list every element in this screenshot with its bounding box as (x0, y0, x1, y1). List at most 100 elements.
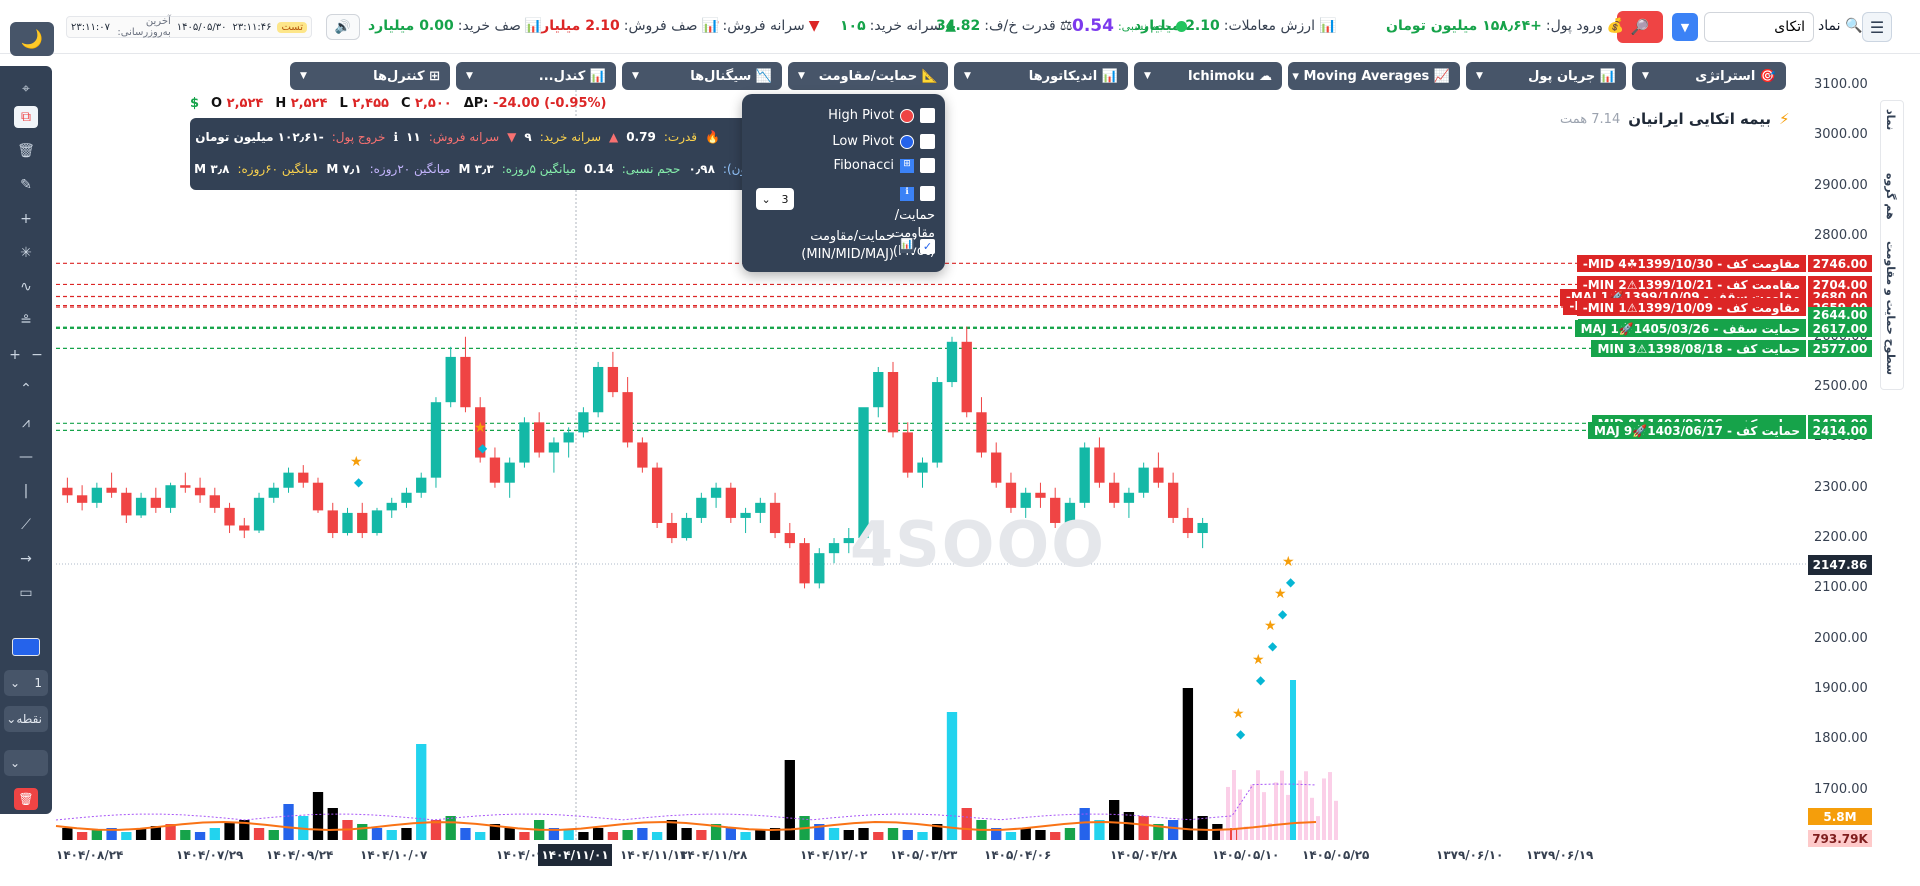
hline-icon: — (19, 449, 33, 465)
volume-bar (180, 830, 191, 840)
candle-body (563, 432, 574, 443)
hamburger-icon: ☰ (1869, 17, 1885, 37)
diamond-signal-icon: ◆ (1278, 607, 1288, 621)
candle-body (1094, 447, 1105, 483)
crosshair-tool[interactable]: + (14, 208, 38, 230)
volume-bar (62, 828, 73, 840)
blue-dot-icon (900, 134, 914, 149)
dropdown-item-fibonacci[interactable]: ⊞ Fibonacci (834, 158, 935, 173)
checkbox[interactable] (920, 186, 935, 201)
path-tool[interactable]: ⌃ (14, 378, 38, 400)
candle-body (1020, 492, 1031, 508)
dropdown-item-high-pivot[interactable]: High Pivot (828, 108, 935, 123)
tab-symbol[interactable]: نماد (1884, 109, 1897, 130)
candle-button[interactable]: 📊 کندل... ▼ (456, 62, 616, 90)
symbol-dropdown-button[interactable]: ▼ (1672, 13, 1698, 41)
sound-toggle-button[interactable]: 🔊 (326, 14, 360, 40)
chevron-down-icon: ▼ (632, 71, 639, 81)
line-tool[interactable]: ⟋ (14, 514, 38, 536)
date-tick-label: ۱۴۰۴/۰۷/۲۹ (176, 848, 244, 862)
volume-bar (76, 832, 88, 840)
indicators-button[interactable]: 📊 اندیکاتورها ▼ (954, 62, 1128, 90)
trend-tool[interactable]: ∿ (14, 276, 38, 298)
zoom-out-button[interactable]: − (30, 344, 44, 366)
measure-tool[interactable]: ✳ (14, 242, 38, 264)
rect-tool[interactable]: ▭ (14, 582, 38, 604)
arrow-tool[interactable]: → (14, 548, 38, 570)
angle-icon: ⌃ (20, 381, 32, 397)
support-resistance-button[interactable]: 📐 حمایت/مقاومت ▼ (788, 62, 948, 90)
theme-toggle-button[interactable]: 🌙 (10, 22, 54, 56)
tab-sr-levels[interactable]: سطوح حمایت و مقاومت (1884, 241, 1897, 375)
line-width-select[interactable]: 1 ⌄ (4, 670, 48, 696)
status-dot-icon (1175, 20, 1187, 32)
checkbox[interactable] (920, 158, 935, 173)
warning-icon: ⚠ (1636, 341, 1648, 356)
extra-select[interactable]: ⌄ (4, 750, 48, 776)
eraser-tool[interactable]: 🗑 (14, 140, 38, 162)
vline-tool[interactable]: | (14, 480, 38, 502)
volume-bar (371, 828, 383, 840)
level-label: حمایت کف - 1403/06/17 🚀 MAJ 9 (1588, 422, 1806, 440)
candle-body (106, 487, 117, 493)
candle-body (814, 553, 825, 584)
controls-button[interactable]: ⊞ کنترل‌ها ▼ (290, 62, 450, 90)
pivot-count-select[interactable]: ⌄ 3 (756, 188, 794, 210)
hline-tool[interactable]: — (14, 446, 38, 468)
checkbox[interactable] (920, 108, 935, 123)
copy-tool[interactable]: ⧉ (14, 106, 38, 128)
rocket-icon: 🚀 (1618, 321, 1634, 336)
money-flow-button[interactable]: 📊 جریان پول ▼ (1466, 62, 1626, 90)
dropdown-item-minmidmaj-sr[interactable]: ✓ 📊 حمایت/مقاومت (MIN/MID/MAJ) (745, 228, 935, 264)
volume-bar (1328, 772, 1332, 840)
chart-icon: 📊 (1318, 18, 1337, 34)
search-icon: 🔍 (1844, 18, 1863, 34)
color-swatch[interactable] (12, 638, 40, 656)
line-style-select[interactable]: نقطه ⌄ (4, 706, 48, 732)
diamond-signal-icon: ◆ (478, 441, 488, 455)
pen-tool[interactable]: ✎ (14, 174, 38, 196)
volume-bar (858, 828, 869, 840)
candle-body (194, 487, 206, 496)
symbol-search-input[interactable] (1704, 12, 1814, 42)
checkbox-checked[interactable]: ✓ (920, 238, 935, 254)
chart-icon: 📊 (1599, 68, 1616, 84)
date-tick-label: ۱۴۰۴/۱۱/۲۸ (680, 848, 748, 862)
ichimoku-button[interactable]: ☁ Ichimoku ▼ (1134, 62, 1282, 90)
volume-bar (1197, 816, 1208, 840)
candle-body (976, 412, 987, 453)
tab-peers[interactable]: هم گروه (1884, 173, 1897, 220)
triangle-down-icon: ▼ (507, 130, 517, 144)
fib-tool[interactable]: ⩘ (14, 412, 38, 434)
candle-body (1153, 467, 1164, 483)
level-label: حمایت سقف - 1405/03/26 🚀 MAJ 1 (1574, 320, 1806, 338)
menu-button[interactable]: ☰ (1862, 12, 1892, 42)
speaker-icon: 🔊 (334, 19, 352, 35)
volume-bar (1286, 794, 1290, 840)
volume-bar (1226, 786, 1230, 840)
delete-drawings-button[interactable]: 🗑 (14, 788, 38, 810)
volume-bar (1238, 789, 1242, 840)
price-tick-label: 1800.00 (1814, 731, 1868, 747)
candle-body (165, 485, 176, 508)
moving-averages-button[interactable]: 📈 Moving Averages ▾ (1288, 62, 1460, 90)
horizontal-tool[interactable]: ≗ (14, 310, 38, 332)
zoom-in-button[interactable]: + (8, 344, 22, 366)
info-row-1: 🔥 قدرت: 0.79 ▲ سرانه خرید: ۹ ▼ سرانه فروش:… (195, 130, 720, 144)
cursor-tool[interactable]: ⌖ (14, 78, 38, 100)
signals-button[interactable]: 📉 سیگنال‌ها ▼ (622, 62, 782, 90)
date-tick-label: ۱۴۰۴/۰۸/۲۴ (56, 848, 124, 862)
candle-body (887, 372, 899, 433)
price-tick-label: 3000.00 (1814, 127, 1868, 143)
drawing-toolbar: ⌖ ⧉ 🗑 ✎ + ✳ ∿ ≗ + − ⌃ ⩘ — | ⟋ → ▭ 1 ⌄ نقط… (0, 66, 52, 814)
candle-body (519, 422, 530, 463)
date-tick-label: ۱۴۰۵/۰۴/۲۸ (1110, 848, 1178, 862)
volume-bar (224, 822, 235, 840)
volume-bar (843, 830, 854, 840)
date-tick-label: ۱۴۰۴/۰۹/۲۴ (266, 848, 334, 862)
volume-bar (209, 828, 220, 840)
checkbox[interactable] (920, 134, 935, 149)
dropdown-item-low-pivot[interactable]: Low Pivot (832, 134, 935, 149)
strategy-button[interactable]: 🎯 استراتژی ▼ (1632, 62, 1786, 90)
candle-body (1035, 492, 1046, 498)
